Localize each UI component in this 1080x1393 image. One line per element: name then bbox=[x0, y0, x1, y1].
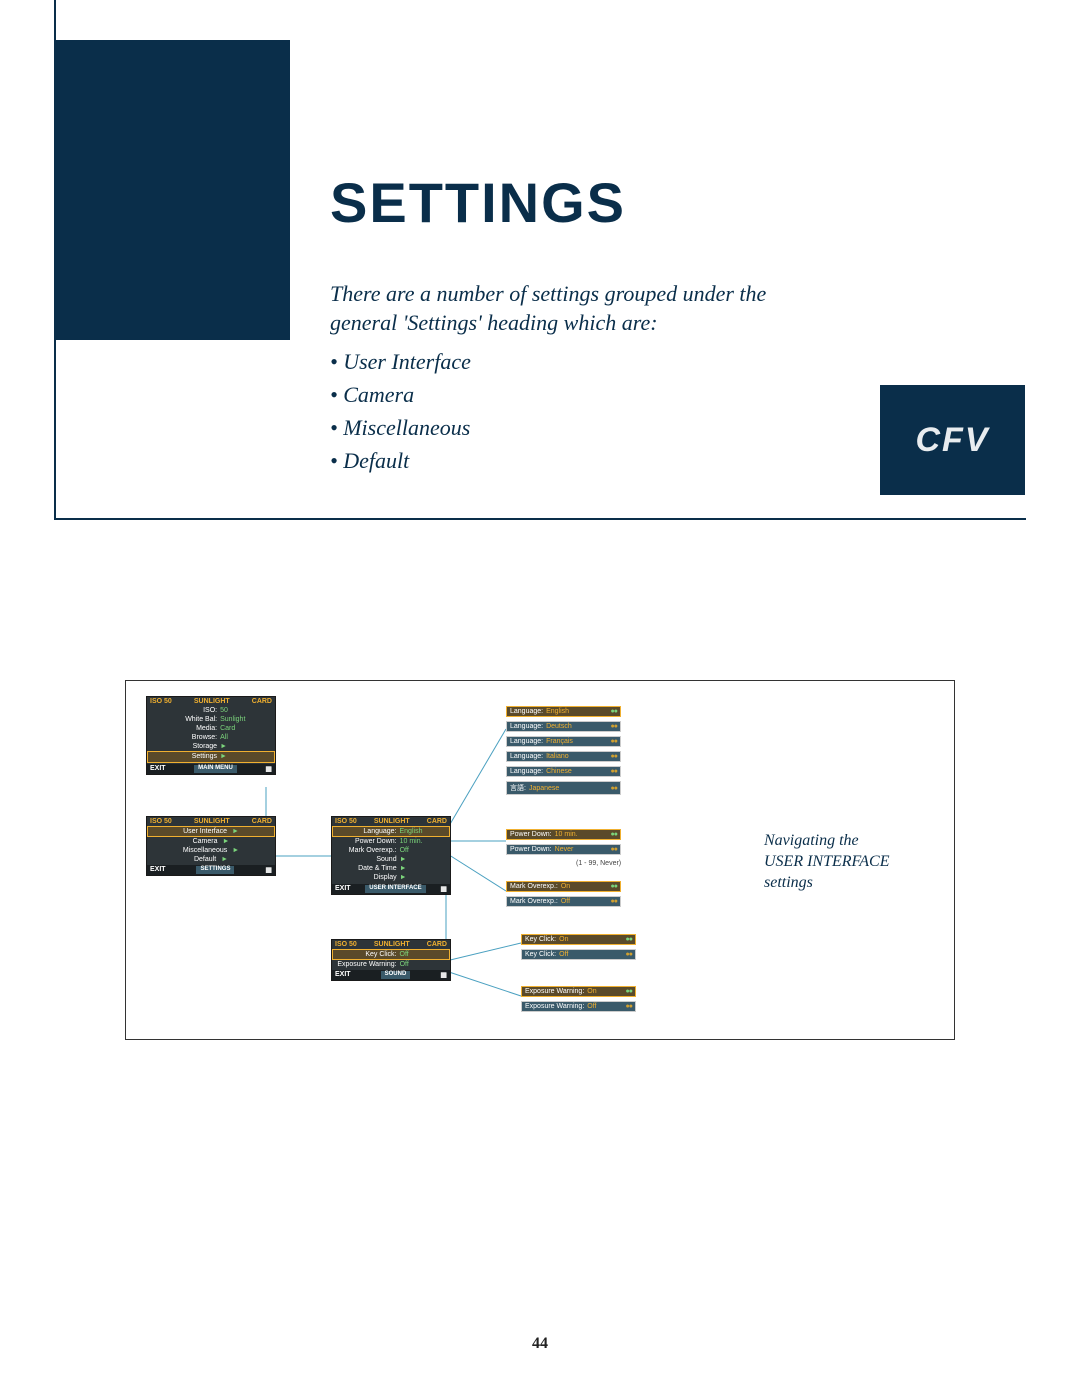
breadcrumb: MAIN MENU bbox=[194, 765, 237, 773]
power-down-option: Power Down: Never●● bbox=[506, 844, 621, 855]
menu-row: Media:Card bbox=[147, 724, 275, 733]
hdr-media: CARD bbox=[252, 698, 272, 705]
menu-row: Settings► bbox=[147, 751, 275, 762]
menu-row: Default ► bbox=[147, 855, 275, 864]
bullet-misc: Miscellaneous bbox=[330, 411, 471, 444]
bullet-default: Default bbox=[330, 444, 471, 477]
menu-row: User Interface ► bbox=[147, 826, 275, 837]
bullet-camera: Camera bbox=[330, 378, 471, 411]
menu-row: Camera ► bbox=[147, 837, 275, 846]
menu-row: Key Click:Off bbox=[332, 949, 450, 960]
menu-icon: ▦ bbox=[265, 866, 272, 874]
key-click-option: Key Click: Off●● bbox=[521, 949, 636, 960]
mark-overexp-option: Mark Overexp.: On●● bbox=[506, 881, 621, 892]
diagram-caption: Navigating the USER INTERFACE settings bbox=[764, 831, 914, 893]
navigation-diagram: ISO 50 SUNLIGHT CARD ISO:50White Bal:Sunli… bbox=[125, 680, 955, 1040]
menu-icon: ▦ bbox=[440, 971, 447, 979]
language-option: Language: Chinese●● bbox=[506, 766, 621, 777]
language-option: Language: Deutsch●● bbox=[506, 721, 621, 732]
menu-row: Miscellaneous ► bbox=[147, 846, 275, 855]
menu-row: Power Down:10 min. bbox=[332, 837, 450, 846]
language-option: 言語: Japanese●● bbox=[506, 781, 621, 795]
menu-row: Sound► bbox=[332, 855, 450, 864]
intro-text: There are a number of settings grouped u… bbox=[330, 280, 830, 337]
screen-user-interface: ISO 50SUNLIGHTCARD Language:EnglishPower… bbox=[331, 816, 451, 895]
power-down-option: Power Down: 10 min.●● bbox=[506, 829, 621, 840]
mark-overexp-option: Mark Overexp.: Off●● bbox=[506, 896, 621, 907]
exposure-warning-option: Exposure Warning: On●● bbox=[521, 986, 636, 997]
divider-horizontal bbox=[54, 518, 1026, 520]
chapter-block bbox=[55, 40, 290, 340]
hdr-iso: ISO 50 bbox=[150, 698, 172, 705]
power-down-note: (1 - 99, Never) bbox=[576, 860, 621, 867]
key-click-option: Key Click: On●● bbox=[521, 934, 636, 945]
language-option: Language: Italiano●● bbox=[506, 751, 621, 762]
hdr-wb: SUNLIGHT bbox=[194, 698, 230, 705]
language-option: Language: Français●● bbox=[506, 736, 621, 747]
menu-icon: ▦ bbox=[440, 885, 447, 893]
menu-row: ISO:50 bbox=[147, 706, 275, 715]
screen-sound: ISO 50SUNLIGHTCARD Key Click:OffExposure… bbox=[331, 939, 451, 981]
menu-row: Language:English bbox=[332, 826, 450, 837]
menu-row: Exposure Warning:Off bbox=[332, 960, 450, 969]
language-option: Language: English●● bbox=[506, 706, 621, 717]
screen-main-menu: ISO 50 SUNLIGHT CARD ISO:50White Bal:Sunli… bbox=[146, 696, 276, 775]
menu-row: Browse:All bbox=[147, 733, 275, 742]
menu-row: Mark Overexp.:Off bbox=[332, 846, 450, 855]
menu-icon: ▦ bbox=[265, 765, 272, 773]
exposure-warning-option: Exposure Warning: Off●● bbox=[521, 1001, 636, 1012]
menu-row: Storage► bbox=[147, 742, 275, 751]
menu-row: Date & Time► bbox=[332, 864, 450, 873]
page-title: Settings bbox=[330, 170, 626, 235]
menu-row: White Bal:Sunlight bbox=[147, 715, 275, 724]
menu-row: Display► bbox=[332, 873, 450, 882]
manual-page: Settings There are a number of settings … bbox=[0, 0, 1080, 1393]
bullet-ui: User Interface bbox=[330, 345, 471, 378]
settings-list: User Interface Camera Miscellaneous Defa… bbox=[330, 345, 471, 477]
screen-settings: ISO 50SUNLIGHTCARD User Interface ►Camer… bbox=[146, 816, 276, 876]
brand-badge: CFV bbox=[880, 385, 1025, 495]
page-number: 44 bbox=[0, 1335, 1080, 1353]
exit-label: EXIT bbox=[150, 765, 166, 773]
